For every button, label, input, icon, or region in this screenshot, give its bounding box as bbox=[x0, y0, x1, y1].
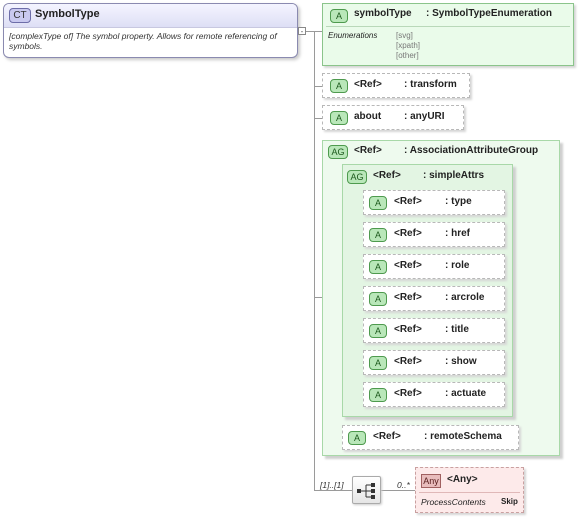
attribute-title[interactable]: A <Ref> : title bbox=[363, 318, 505, 343]
attribute-group-name: <Ref> bbox=[354, 145, 382, 156]
attribute-group-type: : AssociationAttributeGroup bbox=[404, 145, 539, 156]
attribute-type: : transform bbox=[404, 79, 457, 90]
attribute-name: <Ref> bbox=[394, 356, 422, 367]
attribute-name: <Ref> bbox=[394, 324, 422, 335]
attribute-type-label: : href bbox=[445, 228, 470, 239]
any-cardinality: 0..* bbox=[397, 480, 410, 490]
attribute-name: symbolType bbox=[354, 8, 412, 19]
attribute-name: <Ref> bbox=[394, 260, 422, 271]
attribute-remoteSchema[interactable]: A <Ref> : remoteSchema bbox=[342, 425, 519, 450]
sequence-compositor[interactable] bbox=[352, 476, 381, 504]
attribute-group-type: : simpleAttrs bbox=[423, 170, 485, 181]
divider bbox=[326, 26, 570, 27]
any-badge: Any bbox=[421, 474, 441, 488]
attribute-type-label: : arcrole bbox=[445, 292, 485, 303]
attribute-badge: A bbox=[369, 196, 387, 210]
enumerations-label: Enumerations bbox=[328, 31, 378, 40]
enumeration-value: [svg] bbox=[396, 31, 413, 40]
connector bbox=[380, 490, 415, 491]
attribute-type-label: : remoteSchema bbox=[424, 431, 502, 442]
any-name: <Any> bbox=[447, 474, 478, 485]
complex-type-name: SymbolType bbox=[35, 8, 100, 20]
attribute-type: : SymbolTypeEnumeration bbox=[426, 8, 552, 19]
complex-type-badge: CT bbox=[9, 8, 31, 23]
divider bbox=[419, 492, 520, 493]
attribute-badge: A bbox=[330, 111, 348, 125]
attribute-badge: A bbox=[330, 9, 348, 23]
sequence-cardinality: [1]..[1] bbox=[320, 480, 344, 490]
process-contents-label: ProcessContents bbox=[421, 497, 486, 507]
attribute-name: <Ref> bbox=[394, 388, 422, 399]
attribute-symbolType[interactable]: A symbolType : SymbolTypeEnumeration Enu… bbox=[322, 3, 574, 66]
enumeration-value: [other] bbox=[396, 51, 419, 60]
connector bbox=[314, 31, 315, 491]
attribute-group-name: <Ref> bbox=[373, 170, 401, 181]
attribute-name: <Ref> bbox=[354, 79, 382, 90]
attribute-badge: A bbox=[348, 431, 366, 445]
attribute-badge: A bbox=[369, 324, 387, 338]
attribute-role[interactable]: A <Ref> : role bbox=[363, 254, 505, 279]
complex-type-box[interactable]: CT SymbolType [complexType of] The symbo… bbox=[3, 3, 298, 58]
attribute-badge: A bbox=[369, 292, 387, 306]
attribute-name: <Ref> bbox=[394, 292, 422, 303]
attribute-transform[interactable]: A <Ref> : transform bbox=[322, 73, 470, 98]
attribute-badge: A bbox=[369, 356, 387, 370]
attribute-name: <Ref> bbox=[373, 431, 401, 442]
attribute-type-label: : actuate bbox=[445, 388, 487, 399]
attribute-show[interactable]: A <Ref> : show bbox=[363, 350, 505, 375]
attribute-about[interactable]: A about : anyURI bbox=[322, 105, 464, 130]
attribute-name: <Ref> bbox=[394, 228, 422, 239]
attribute-badge: A bbox=[369, 388, 387, 402]
attribute-type-label: : show bbox=[445, 356, 477, 367]
attribute-badge: A bbox=[369, 228, 387, 242]
attribute-type-label: : title bbox=[445, 324, 469, 335]
process-contents-value: Skip bbox=[501, 497, 518, 506]
attribute-group-badge: AG bbox=[347, 170, 367, 184]
attribute-name: about bbox=[354, 111, 382, 122]
connector bbox=[314, 490, 352, 491]
collapse-toggle-icon[interactable]: - bbox=[298, 27, 306, 36]
sequence-icon bbox=[357, 483, 375, 499]
attribute-actuate[interactable]: A <Ref> : actuate bbox=[363, 382, 505, 407]
enumeration-value: [xpath] bbox=[396, 41, 421, 50]
any-element[interactable]: Any <Any> ProcessContents Skip bbox=[415, 467, 524, 513]
complex-type-documentation: [complexType of] The symbol property. Al… bbox=[9, 31, 277, 51]
attribute-badge: A bbox=[330, 79, 348, 93]
attribute-type-label: : role bbox=[445, 260, 470, 271]
attribute-type: : anyURI bbox=[404, 111, 445, 122]
attribute-type[interactable]: A <Ref> : type bbox=[363, 190, 505, 215]
attribute-group-badge: AG bbox=[328, 145, 348, 159]
attribute-href[interactable]: A <Ref> : href bbox=[363, 222, 505, 247]
attribute-badge: A bbox=[369, 260, 387, 274]
attribute-arcrole[interactable]: A <Ref> : arcrole bbox=[363, 286, 505, 311]
attribute-type-label: : type bbox=[445, 196, 472, 207]
attribute-name: <Ref> bbox=[394, 196, 422, 207]
